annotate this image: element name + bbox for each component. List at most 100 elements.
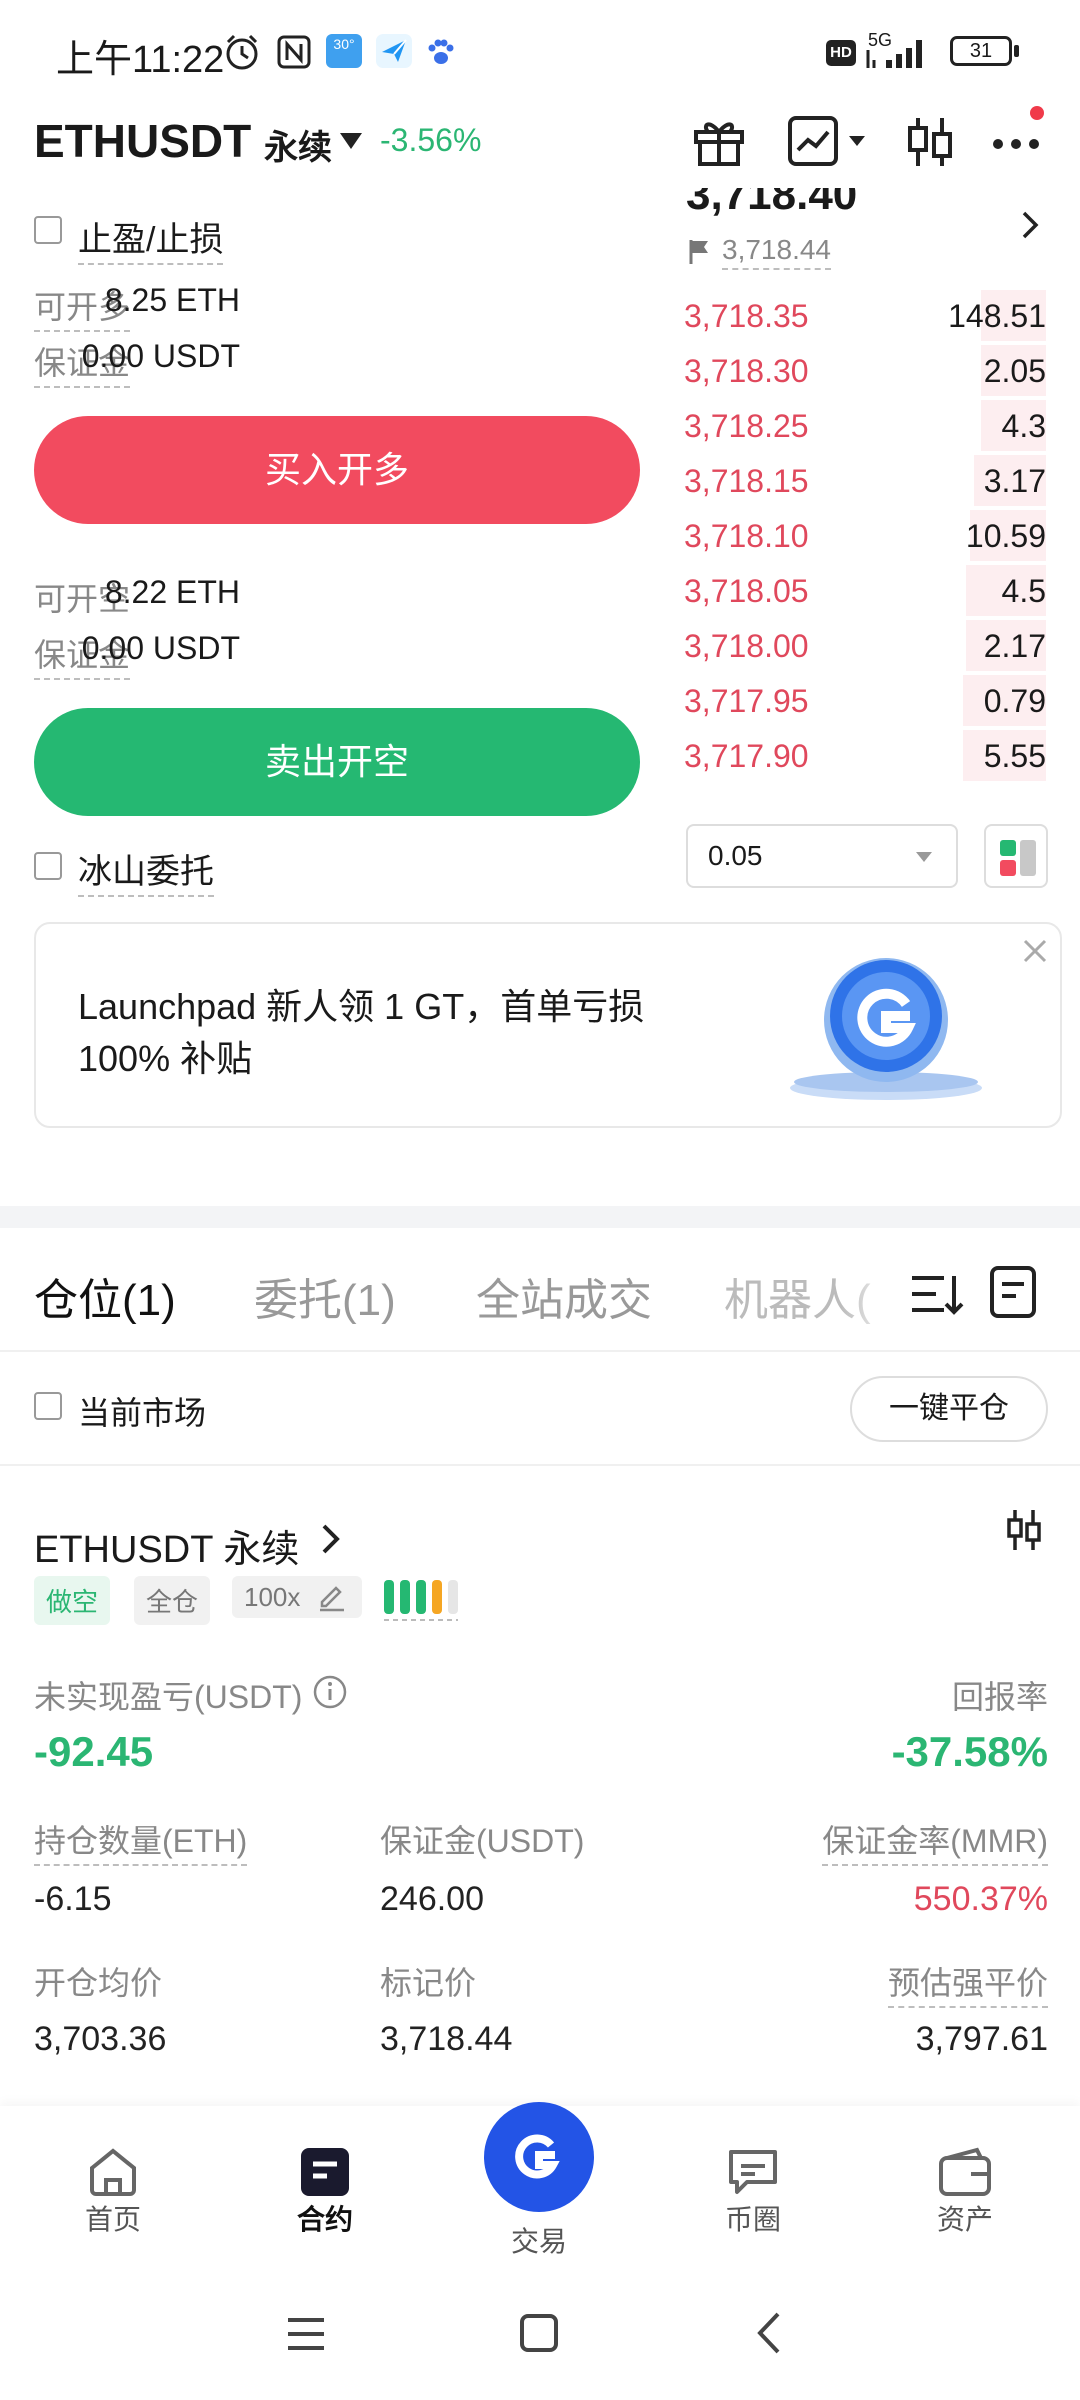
battery-tip [1014, 45, 1019, 57]
mark-price: 3,718.44 [722, 234, 831, 270]
status-time: 上午11:22 [56, 39, 225, 81]
back-icon[interactable] [754, 2310, 784, 2356]
chevron-right-icon[interactable] [320, 1522, 342, 1556]
margin-value: 246.00 [380, 1880, 484, 1918]
nav-home[interactable]: 首页 [38, 2146, 188, 2238]
ask-price: 3,718.15 [684, 463, 809, 499]
price-change: -3.56% [380, 122, 482, 158]
close-icon[interactable] [1022, 938, 1048, 964]
tab-trades[interactable]: 全站成交 [476, 1264, 652, 1328]
system-nav-bar [0, 2274, 1080, 2400]
precision-select[interactable]: 0.05 [686, 824, 958, 888]
info-icon[interactable] [312, 1674, 348, 1710]
ask-price: 3,718.30 [684, 353, 809, 389]
tab-orders[interactable]: 委托(1) [254, 1264, 396, 1328]
ask-price: 3,718.35 [684, 298, 809, 334]
side-badge: 做空 [34, 1576, 111, 1625]
ask-qty: 148.51 [948, 298, 1046, 334]
futures-icon [301, 2148, 349, 2196]
more-icon[interactable] [990, 130, 1044, 154]
ask-price: 3,718.05 [684, 573, 809, 609]
margin-label: 保证金(USDT) [380, 1823, 585, 1859]
header: ETHUSDT 永续 -3.56% [0, 100, 1080, 190]
order-history-icon[interactable] [988, 1264, 1038, 1320]
section-divider [0, 1206, 1080, 1228]
menu-icon[interactable] [284, 2314, 328, 2354]
nav-social[interactable]: 币圈 [678, 2146, 828, 2238]
ask-row[interactable]: 3,718.30 2.05 [684, 343, 1046, 398]
ask-row[interactable]: 3,718.00 2.17 [684, 618, 1046, 673]
chart-caret-icon[interactable] [848, 134, 866, 148]
ask-qty: 4.3 [1001, 408, 1046, 444]
leverage-badge[interactable]: 100x [232, 1576, 362, 1618]
nav-assets[interactable]: 资产 [890, 2146, 1040, 2238]
chart-icon[interactable] [786, 114, 840, 168]
layout-icon [1000, 840, 1036, 876]
hd-icon: HD [826, 40, 856, 66]
nav-futures[interactable]: 合约 [250, 2146, 400, 2238]
flag-icon [689, 240, 708, 264]
size-label: 持仓数量(ETH) [34, 1816, 248, 1866]
ask-price: 3,718.25 [684, 408, 809, 444]
bottom-nav: 首页 合约 交易 币圈 资产 [0, 2102, 1080, 2274]
promo-line2: 100% 补贴 [78, 1038, 253, 1079]
ask-qty: 3.17 [983, 463, 1046, 499]
ask-row[interactable]: 3,718.10 10.59 [684, 508, 1046, 563]
ask-qty: 2.17 [983, 628, 1046, 664]
ask-price: 3,718.00 [684, 628, 809, 664]
status-bar: 上午11:22 30° HD 5G 31 [0, 0, 1080, 100]
edit-icon [320, 1586, 344, 1612]
promo-banner[interactable]: Launchpad 新人领 1 GT，首单亏损 100% 补贴 [34, 922, 1062, 1128]
current-market-label[interactable]: 当前市场 [78, 1388, 206, 1434]
entry-price-label: 开仓均价 [34, 1965, 163, 2001]
contract-type[interactable]: 永续 [264, 120, 332, 169]
gift-icon[interactable] [690, 112, 748, 170]
nfc-icon [277, 35, 311, 69]
mmr-label: 保证金率(MMR) [822, 1816, 1048, 1866]
roe-value: -37.58% [891, 1728, 1048, 1775]
margin-mode-badge: 全仓 [134, 1576, 211, 1625]
home-square-icon[interactable] [518, 2312, 560, 2354]
candlestick-icon[interactable] [1004, 1508, 1044, 1552]
ask-price: 3,718.10 [684, 518, 809, 554]
home-icon [90, 2148, 136, 2196]
ask-row[interactable]: 3,717.90 5.55 [684, 728, 1046, 783]
ask-qty: 10.59 [965, 518, 1046, 554]
dropdown-icon [916, 852, 932, 862]
mark-price-value: 3,718.44 [380, 2020, 513, 2058]
sort-icon[interactable] [910, 1272, 964, 1318]
nav-trade[interactable]: 交易 [464, 2102, 614, 2260]
gt-coin-icon [790, 958, 982, 1100]
ask-qty: 2.05 [983, 353, 1046, 389]
paw-icon [428, 39, 454, 64]
caret-down-icon[interactable] [338, 130, 364, 152]
precision-value: 0.05 [708, 840, 763, 871]
pair-title[interactable]: ETHUSDT [34, 114, 251, 168]
mark-price-label: 标记价 [380, 1965, 477, 2001]
candlestick-icon[interactable] [904, 114, 956, 170]
roe-label: 回报率 [951, 1679, 1048, 1715]
ask-row[interactable]: 3,718.15 3.17 [684, 453, 1046, 508]
close-all-button[interactable]: 一键平仓 [850, 1376, 1048, 1442]
ask-row[interactable]: 3,718.25 4.3 [684, 398, 1046, 453]
current-market-checkbox[interactable] [34, 1392, 62, 1425]
weather-icon: 30° [326, 34, 362, 68]
risk-level-icon [384, 1580, 458, 1621]
ask-row[interactable]: 3,717.95 0.79 [684, 673, 1046, 728]
position-card: ETHUSDT 永续 做空 全仓 100x 未实现盈亏(USDT) 回报率 -9… [0, 1466, 1080, 2106]
liq-price-label: 预估强平价 [887, 1958, 1048, 2008]
next-icon[interactable] [1020, 210, 1040, 240]
ask-qty: 5.55 [983, 738, 1046, 774]
position-title[interactable]: ETHUSDT 永续 [34, 1518, 299, 1573]
ask-row[interactable]: 3,718.35 148.51 [684, 288, 1046, 343]
ask-qty: 0.79 [983, 683, 1046, 719]
gate-logo-icon [515, 2134, 560, 2179]
tab-positions[interactable]: 仓位(1) [34, 1264, 176, 1328]
tab-fade [840, 1248, 900, 1338]
size-value: -6.15 [34, 1880, 112, 1918]
orderbook-layout-button[interactable] [984, 824, 1048, 888]
ask-row[interactable]: 3,718.05 4.5 [684, 563, 1046, 618]
trade-fab [484, 2102, 594, 2212]
app-plane-icon [376, 34, 412, 68]
promo-line1: Launchpad 新人领 1 GT，首单亏损 [78, 986, 645, 1027]
